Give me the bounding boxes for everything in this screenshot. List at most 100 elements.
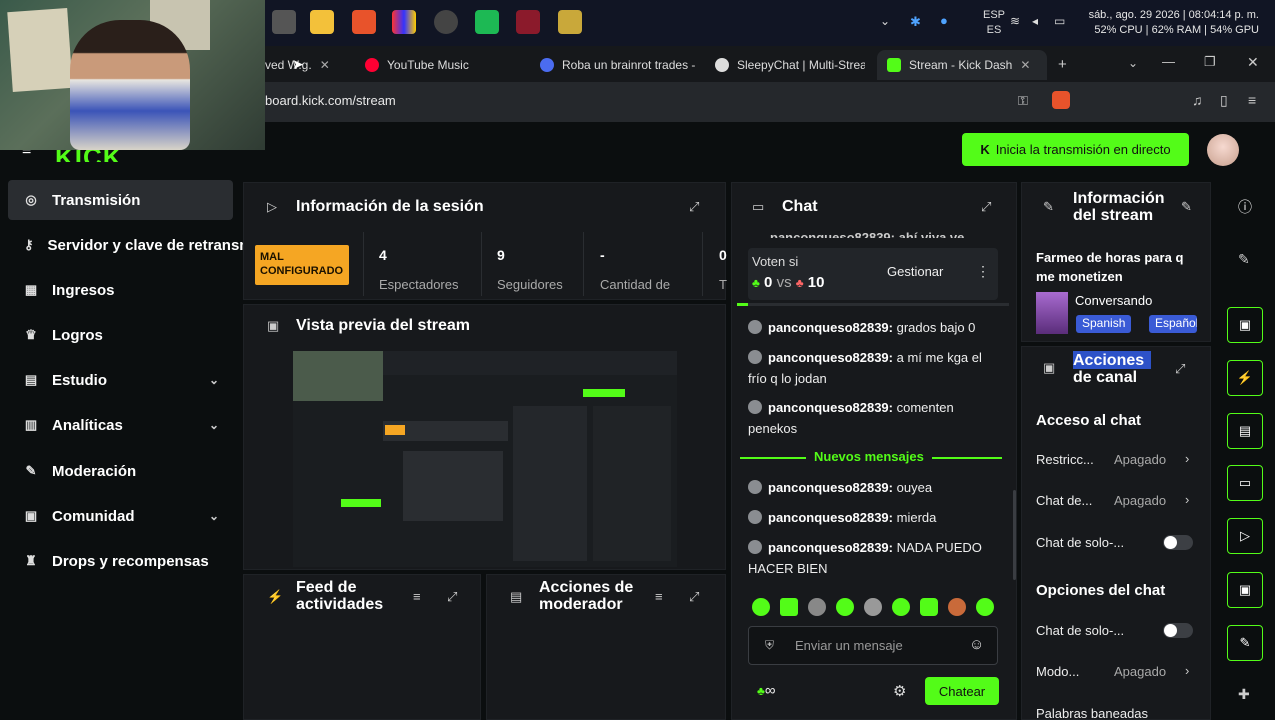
emote-icon[interactable] <box>780 598 798 616</box>
points-display[interactable]: ♣∞ <box>757 682 776 699</box>
mic-icon[interactable]: ● <box>940 13 948 28</box>
sidebar-item-servidor[interactable]: ⚷ Servidor y clave de retransmisión <box>8 225 243 265</box>
expand-icon[interactable]: ⤢ <box>447 589 457 605</box>
info-icon[interactable]: ⓘ <box>1238 197 1252 217</box>
chat-username[interactable]: panconqueso82839: <box>768 480 893 495</box>
chevron-right-icon[interactable]: › <box>1185 663 1189 678</box>
chevron-right-icon[interactable]: › <box>1185 492 1189 507</box>
chat-username[interactable]: panconqueso82839: <box>768 510 893 525</box>
close-icon[interactable]: ✕ <box>320 58 330 72</box>
bluetooth-icon[interactable]: ✱ <box>910 14 921 30</box>
chevron-right-icon[interactable]: › <box>1185 451 1189 466</box>
sidebar-toggle-icon[interactable]: ▯ <box>1220 92 1228 109</box>
chat-message[interactable]: panconqueso82839: NADA PUEDO HACER BIEN <box>748 537 998 579</box>
tray-chevron-icon[interactable]: ⌄ <box>880 14 890 28</box>
app3-icon[interactable] <box>558 10 582 34</box>
sidebar-item-estudio[interactable]: ▤ Estudio ⌄ <box>8 360 233 400</box>
rail-preview-icon[interactable]: ▣ <box>1227 307 1263 343</box>
more-icon[interactable]: ⋮ <box>976 263 990 280</box>
url-field[interactable]: board.kick.com/stream <box>265 93 396 108</box>
brave-icon[interactable] <box>352 10 376 34</box>
setting-value[interactable]: Apagado <box>1114 452 1166 467</box>
send-chat-button[interactable]: Chatear <box>925 677 999 705</box>
emote-icon[interactable] <box>808 598 826 616</box>
emote-icon[interactable] <box>892 598 910 616</box>
rail-list-icon[interactable]: ▤ <box>1227 413 1263 449</box>
chat-username[interactable]: panconqueso82839: <box>768 540 893 555</box>
go-live-button[interactable]: K Inicia la transmisión en directo <box>962 133 1189 166</box>
chat-message[interactable]: panconqueso82839: grados bajo 0 <box>748 317 998 338</box>
sidebar-item-transmision[interactable]: ◎ Transmisión <box>8 180 233 220</box>
tab-list-icon[interactable]: ⌄ <box>1128 56 1138 70</box>
window-close-icon[interactable]: ✕ <box>1247 54 1259 71</box>
chat-username[interactable]: panconqueso82839: <box>768 320 893 335</box>
menu-icon[interactable]: ≡ <box>1248 92 1256 108</box>
app2-icon[interactable] <box>516 10 540 34</box>
expand-icon[interactable]: ⤢ <box>1175 361 1185 377</box>
rail-channel-icon[interactable]: ▣ <box>1227 572 1263 608</box>
browser-tab[interactable]: YouTube Music <box>355 50 520 80</box>
setting-value[interactable]: Apagado <box>1114 664 1166 679</box>
emoji-icon[interactable]: ☺ <box>969 636 984 653</box>
app-icon[interactable] <box>392 10 416 34</box>
taskview-icon[interactable] <box>272 10 296 34</box>
wifi-icon[interactable]: ≋ <box>1010 14 1020 28</box>
emote-icon[interactable] <box>864 598 882 616</box>
minimize-icon[interactable]: — <box>1162 54 1175 69</box>
close-icon[interactable]: ✕ <box>1020 58 1030 72</box>
rail-chat-icon[interactable]: ▭ <box>1227 465 1263 501</box>
edit-icon[interactable]: ✎ <box>1181 199 1192 215</box>
emote-icon[interactable] <box>836 598 854 616</box>
battery-icon[interactable]: ▭ <box>1054 14 1065 28</box>
avatar[interactable] <box>1207 134 1239 166</box>
toggle-switch[interactable] <box>1163 623 1193 638</box>
browser-tab-active[interactable]: Stream - Kick Dash ✕ <box>877 50 1047 80</box>
new-tab-icon[interactable]: + <box>1058 56 1067 73</box>
sidebar-item-ingresos[interactable]: ▦ Ingresos <box>8 270 233 310</box>
edit-icon[interactable]: ✎ <box>1238 251 1250 268</box>
chat-input-placeholder[interactable]: Enviar un mensaje <box>795 638 903 653</box>
setting-value[interactable]: Apagado <box>1114 493 1166 508</box>
folder-icon[interactable] <box>310 10 334 34</box>
chat-message[interactable]: panconqueso82839: mierda <box>748 507 998 528</box>
emote-icon[interactable] <box>948 598 966 616</box>
chat-message[interactable]: panconqueso82839: ouyea <box>748 477 998 498</box>
volume-icon[interactable]: ◂ <box>1032 14 1038 28</box>
sidebar-item-drops[interactable]: ♜ Drops y recompensas <box>8 541 233 581</box>
rail-wrench-icon[interactable]: ✎ <box>1227 625 1263 661</box>
key-icon[interactable]: ⚿ <box>1018 93 1028 109</box>
filter-icon[interactable]: ≡ <box>413 589 421 604</box>
chat-scrollbar[interactable] <box>1013 490 1016 580</box>
sidebar-item-moderacion[interactable]: ✎ Moderación <box>8 451 233 491</box>
category-thumbnail[interactable] <box>1036 292 1068 334</box>
chat-input-box[interactable]: ⛨ Enviar un mensaje ☺ <box>748 626 998 665</box>
rail-bolt-icon[interactable]: ⚡ <box>1227 360 1263 396</box>
expand-icon[interactable]: ⤢ <box>981 199 991 215</box>
emote-icon[interactable] <box>976 598 994 616</box>
sidebar-item-analiticas[interactable]: ▥ Analíticas ⌄ <box>8 405 233 445</box>
browser-tab[interactable]: Roba un brainrot trades - <box>530 50 695 80</box>
ar-app-icon[interactable] <box>475 10 499 34</box>
expand-icon[interactable]: ⤢ <box>689 589 699 605</box>
sidebar-item-comunidad[interactable]: ▣ Comunidad ⌄ <box>8 496 233 536</box>
maximize-icon[interactable]: ❐ <box>1204 54 1216 70</box>
system-clock[interactable]: sáb., ago. 29 2026 | 08:04:14 p. m. 52% … <box>1089 8 1259 38</box>
sidebar-item-logros[interactable]: ♛ Logros <box>8 315 233 355</box>
poll-widget[interactable]: Voten si ♣ 0 vs ♣ 10 Gestionar ⋮ <box>748 248 998 300</box>
add-widget-icon[interactable]: ✚ <box>1238 686 1250 703</box>
emote-icon[interactable] <box>752 598 770 616</box>
browser-tab[interactable]: SleepyChat | Multi-Stream <box>705 50 865 80</box>
rail-play-icon[interactable]: ▷ <box>1227 518 1263 554</box>
obs-icon[interactable] <box>434 10 458 34</box>
chat-username[interactable]: panconqueso82839: <box>768 350 893 365</box>
chat-message[interactable]: panconqueso82839: comenten penekos <box>748 397 998 439</box>
gear-icon[interactable]: ⚙ <box>893 682 906 700</box>
category-name[interactable]: Conversando <box>1075 293 1152 308</box>
stream-preview-video[interactable] <box>293 351 677 567</box>
brave-shield-icon[interactable] <box>1052 91 1070 109</box>
toggle-switch[interactable] <box>1163 535 1193 550</box>
chat-username[interactable]: panconqueso82839: <box>768 400 893 415</box>
expand-icon[interactable]: ⤢ <box>689 199 699 215</box>
emote-icon[interactable] <box>920 598 938 616</box>
chat-message[interactable]: panconqueso82839: a mí me kga el frío q … <box>748 347 998 389</box>
